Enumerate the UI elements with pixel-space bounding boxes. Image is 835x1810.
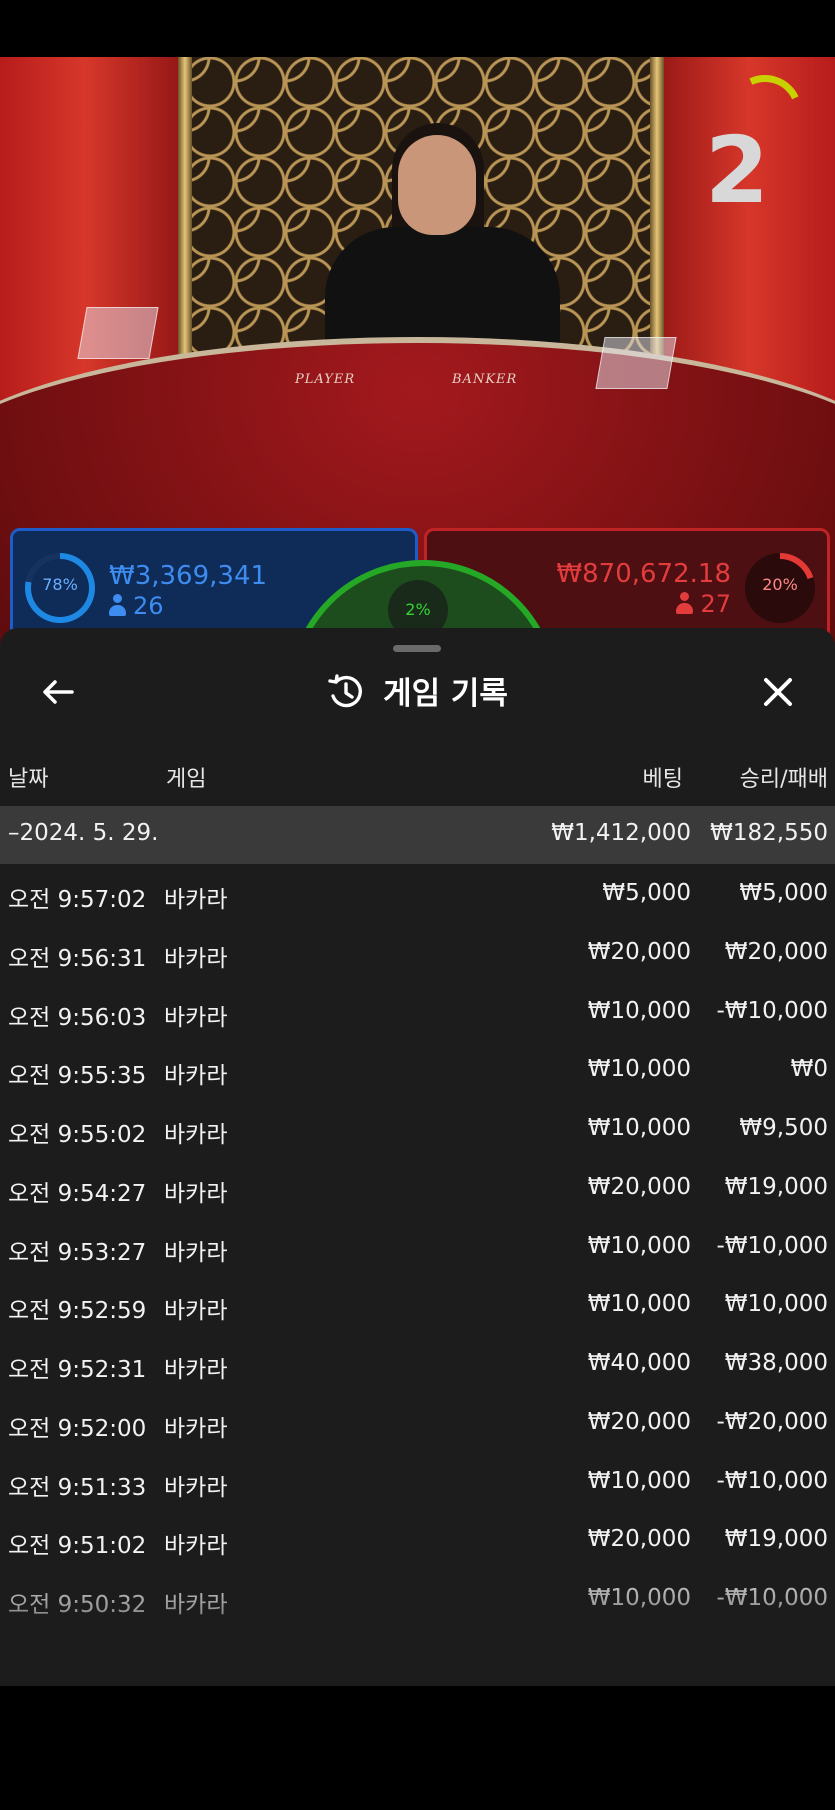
history-time: 오전 9:54:27 [8,1180,147,1207]
history-row[interactable]: 오전 9:56:31 바카라 ₩20,000 ₩20,000 [0,925,835,983]
history-row[interactable]: 오전 9:52:59 바카라 ₩10,000 ₩10,000 [0,1277,835,1335]
history-bet: ₩20,000 [587,1408,691,1435]
felt-label-banker: BANKER [452,372,518,387]
history-bet: ₩10,000 [587,997,691,1024]
history-winloss: ₩19,000 [724,1526,828,1553]
history-winloss: -₩10,000 [716,1585,828,1611]
history-time: 오전 9:55:35 [8,1063,147,1090]
history-bet: ₩5,000 [602,880,691,906]
history-bet: ₩40,000 [587,1350,691,1376]
history-winloss: ₩5,000 [739,880,828,906]
history-time: 오전 9:52:00 [8,1415,147,1442]
day-summary-bet: ₩1,412,000 [551,820,691,846]
history-game: 바카라 [164,1239,228,1266]
dealer-face [398,135,476,235]
history-time: 오전 9:51:02 [8,1533,147,1560]
close-button[interactable] [756,670,800,714]
history-bet: ₩20,000 [587,1526,691,1553]
player-count: 26 [109,592,164,620]
history-time: 오전 9:57:02 [8,887,147,913]
history-winloss: ₩10,000 [724,1291,828,1318]
history-row[interactable]: 오전 9:56:03 바카라 ₩10,000 -₩10,000 [0,984,835,1042]
history-time: 오전 9:55:02 [8,1122,147,1148]
drag-handle[interactable] [393,645,441,652]
banker-percent: 20% [762,575,798,594]
person-icon [109,594,126,616]
round-number: 2 [705,117,770,224]
history-game: 바카라 [164,1415,228,1442]
history-row[interactable]: 오전 9:51:33 바카라 ₩10,000 -₩10,000 [0,1454,835,1512]
column-header-winloss: 승리/패배 [739,767,828,792]
history-bet: ₩10,000 [587,1115,691,1141]
banker-count-value: 27 [700,590,731,618]
history-time: 오전 9:51:33 [8,1474,147,1501]
history-time: 오전 9:50:32 [8,1592,147,1618]
discard-tray [595,337,677,389]
history-winloss: ₩38,000 [724,1350,828,1376]
history-game: 바카라 [164,1004,228,1031]
history-game: 바카라 [164,1122,228,1148]
history-game: 바카라 [164,1180,228,1207]
card-shoe [77,307,159,359]
history-game: 바카라 [164,887,228,913]
history-game: 바카라 [164,1063,228,1090]
history-game: 바카라 [164,1298,228,1325]
history-bet: ₩10,000 [587,1232,691,1259]
history-winloss: -₩10,000 [716,1232,828,1259]
history-row[interactable]: 오전 9:57:02 바카라 ₩5,000 ₩5,000 [0,866,835,924]
history-winloss: -₩10,000 [716,1467,828,1494]
history-game: 바카라 [164,1592,228,1618]
column-header-game: 게임 [166,767,207,792]
history-winloss: ₩20,000 [724,938,828,965]
history-row[interactable]: 오전 9:51:02 바카라 ₩20,000 ₩19,000 [0,1512,835,1570]
history-row[interactable]: 오전 9:50:32 바카라 ₩10,000 -₩10,000 [0,1571,835,1629]
history-game: 바카라 [164,945,228,972]
history-game: 바카라 [164,1474,228,1501]
history-row[interactable]: 오전 9:52:00 바카라 ₩20,000 -₩20,000 [0,1395,835,1453]
history-row[interactable]: 오전 9:53:27 바카라 ₩10,000 -₩10,000 [0,1219,835,1277]
close-icon [764,678,792,706]
player-count-value: 26 [133,592,164,620]
history-winloss: ₩19,000 [724,1173,828,1200]
day-summary-winloss: ₩182,550 [710,820,828,846]
history-row[interactable]: 오전 9:55:35 바카라 ₩10,000 ₩0 [0,1042,835,1100]
history-row[interactable]: 오전 9:54:27 바카라 ₩20,000 ₩19,000 [0,1160,835,1218]
history-bet: ₩20,000 [587,938,691,965]
column-header-bet: 베팅 [642,767,683,792]
player-percent: 78% [42,575,78,594]
history-time: 오전 9:52:59 [8,1298,147,1325]
banker-percent-ring: 20% [745,553,815,623]
history-time: 오전 9:56:31 [8,945,147,972]
history-bet: ₩10,000 [587,1056,691,1083]
history-game: 바카라 [164,1357,228,1383]
person-icon [676,592,694,614]
history-row[interactable]: 오전 9:55:02 바카라 ₩10,000 ₩9,500 [0,1101,835,1159]
panel-title: 게임 기록 [0,668,835,713]
history-winloss: -₩10,000 [716,997,828,1024]
history-bet: ₩10,000 [587,1585,691,1611]
history-time: 오전 9:56:03 [8,1004,147,1031]
player-total-amount: ₩3,369,341 [109,561,268,591]
history-bet: ₩20,000 [587,1173,691,1200]
game-history-panel: 게임 기록 날짜 게임 베팅 승리/패배 –2024. 5. 29. ₩1,41… [0,628,835,1686]
banker-count: 27 [676,590,731,618]
history-row[interactable]: 오전 9:52:31 바카라 ₩40,000 ₩38,000 [0,1336,835,1394]
history-time: 오전 9:52:31 [8,1357,147,1383]
panel-title-text: 게임 기록 [383,676,508,712]
banker-total-amount: ₩870,672.18 [556,559,731,589]
history-time: 오전 9:53:27 [8,1239,147,1266]
history-bet: ₩10,000 [587,1467,691,1494]
history-winloss: ₩9,500 [739,1115,828,1141]
day-summary-date: –2024. 5. 29. [8,820,159,846]
column-header-date: 날짜 [8,767,49,792]
history-winloss: ₩0 [790,1056,828,1083]
player-percent-ring: 78% [25,553,95,623]
history-bet: ₩10,000 [587,1291,691,1318]
history-winloss: -₩20,000 [716,1408,828,1435]
history-icon [328,674,363,708]
history-game: 바카라 [164,1533,228,1560]
felt-label-player: PLAYER [295,372,356,387]
day-summary-row[interactable]: –2024. 5. 29. ₩1,412,000 ₩182,550 [0,806,835,864]
